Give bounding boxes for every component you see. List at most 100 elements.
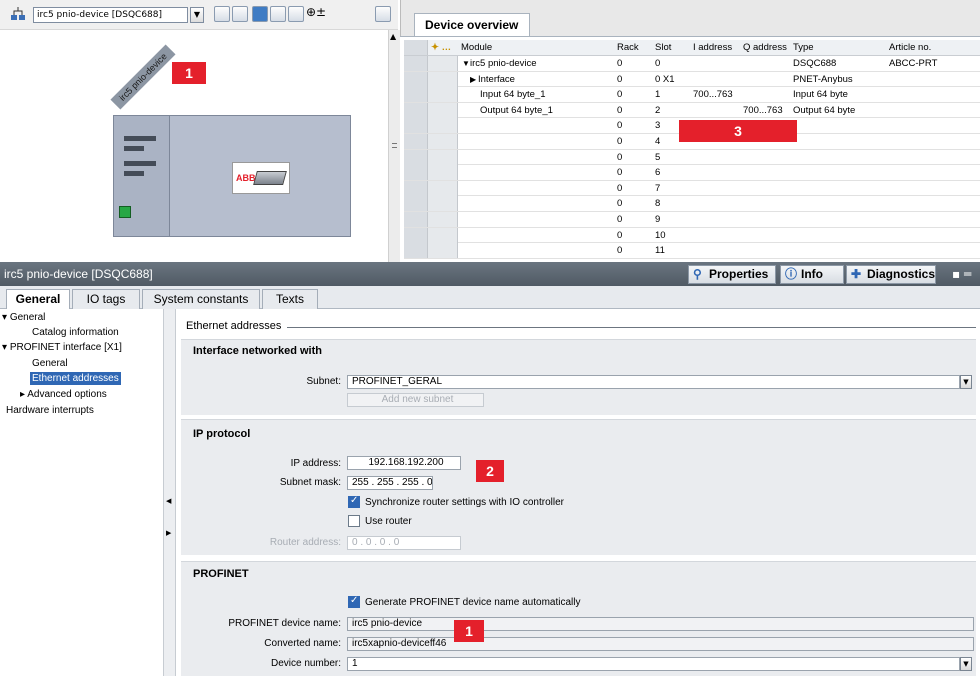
table-row[interactable]: Input 64 byte_1 0 1 700...763 Input 64 byte [404,87,980,103]
cell-module[interactable]: Output 64 byte_1 [458,103,614,118]
cell-article[interactable] [886,181,980,196]
cell-module[interactable] [458,165,614,180]
cell-article[interactable] [886,212,980,227]
cell-slot[interactable]: 0 X1 [652,72,690,87]
cell-rack[interactable]: 0 [614,87,652,102]
nav-profinet-interface[interactable]: ▾ PROFINET interface [X1] [2,341,122,354]
cell-module[interactable] [458,212,614,227]
table-row[interactable]: 07 [404,180,980,197]
tab-general[interactable]: General [6,289,70,310]
device-overview-table[interactable]: ✦ … Module Rack Slot I address Q address… [404,40,980,262]
cell-i-address[interactable] [690,103,740,118]
cell-rack[interactable]: 0 [614,72,652,87]
subnet-mask-input[interactable]: 255 . 255 . 255 . 0 [347,476,433,490]
cell-q-address[interactable] [740,196,790,211]
tab-properties[interactable]: ⚲ Properties [688,265,776,284]
cell-i-address[interactable] [690,196,740,211]
cell-i-address[interactable] [690,56,740,71]
cell-type[interactable] [790,134,886,149]
cell-rack[interactable]: 0 [614,56,652,71]
cell-i-address[interactable] [690,150,740,165]
table-row[interactable]: 05 [404,149,980,166]
chevron-left-icon[interactable]: ◀ [166,497,171,505]
nav-catalog-information[interactable]: Catalog information [32,326,119,339]
nav-hardware-interrupts[interactable]: Hardware interrupts [6,404,94,417]
cell-q-address[interactable] [740,165,790,180]
tab-texts[interactable]: Texts [262,289,318,309]
cell-rack[interactable]: 0 [614,134,652,149]
cell-article[interactable] [886,72,980,87]
cell-i-address[interactable] [690,181,740,196]
cell-type[interactable]: Output 64 byte [790,103,886,118]
table-row[interactable]: Output 64 byte_1 0 2 700...763 Output 64 byt… [404,102,980,119]
cell-rack[interactable]: 0 [614,181,652,196]
cell-type[interactable] [790,118,886,133]
chevron-right-icon[interactable]: ▶ [166,529,171,537]
cell-module[interactable]: Interface [458,72,614,87]
cell-module[interactable]: irc5 pnio-device [458,56,614,71]
cell-type[interactable] [790,181,886,196]
table-row[interactable]: irc5 pnio-device 0 0 DSQC688 ABCC-PRT ▼ [404,56,980,72]
device-rack[interactable]: ABB [113,115,351,237]
col-type[interactable]: Type [790,40,886,55]
col-slot[interactable]: Slot [652,40,690,55]
col-article[interactable]: Article no. [886,40,980,55]
cell-rack[interactable]: 0 [614,165,652,180]
layout-icon[interactable] [270,6,286,22]
cell-module[interactable] [458,134,614,149]
cell-type[interactable] [790,150,886,165]
io-tags-icon[interactable] [232,6,248,22]
table-row[interactable]: 09 [404,212,980,228]
subnet-select[interactable]: PROFINET_GERAL [347,375,960,389]
cell-type[interactable] [790,212,886,227]
head-module[interactable] [114,116,170,236]
cell-article[interactable] [886,103,980,118]
cell-rack[interactable]: 0 [614,196,652,211]
cell-module[interactable]: Input 64 byte_1 [458,87,614,102]
nav-general[interactable]: ▾ General [2,311,45,324]
cell-slot[interactable]: 8 [652,196,690,211]
cell-rack[interactable]: 0 [614,118,652,133]
table-row[interactable]: 08 [404,196,980,212]
cell-q-address[interactable] [740,228,790,243]
col-i-address[interactable]: I address [690,40,740,55]
tab-info[interactable]: ⓘ Info [780,265,844,284]
table-row[interactable]: 0 10 [404,227,980,244]
cell-q-address[interactable] [740,212,790,227]
cell-article[interactable]: ABCC-PRT [886,56,980,71]
cell-module[interactable] [458,150,614,165]
port-icon[interactable] [119,206,131,218]
cell-q-address[interactable] [740,243,790,258]
cell-article[interactable] [886,87,980,102]
cell-i-address[interactable] [690,212,740,227]
device-select[interactable]: irc5 pnio-device [DSQC688] [33,7,188,23]
table-row[interactable]: 0 11 [404,243,980,259]
device-name-input[interactable]: irc5 pnio-device [347,617,974,631]
device-canvas[interactable]: irc5 pnio-device 1 ABB [0,30,388,262]
cell-type[interactable] [790,243,886,258]
cell-module[interactable] [458,181,614,196]
table-row[interactable]: Interface 0 0 X1 PNET-Anybus ▶ [404,71,980,88]
network-icon[interactable] [10,6,26,22]
cell-slot[interactable]: 2 [652,103,690,118]
panel-splitter[interactable]: ◀ ▶ [164,309,176,676]
device-number-select[interactable]: 1 [347,657,960,671]
tab-device-overview[interactable]: Device overview [414,13,530,36]
generate-name-checkbox[interactable] [348,595,360,608]
chevron-down-icon[interactable]: ▼ [960,375,972,389]
collapsed-icon[interactable]: ▶ [470,72,476,87]
sync-router-checkbox[interactable] [348,495,360,508]
property-nav-tree[interactable]: ▾ General Catalog information ▾ PROFINET… [0,309,164,676]
cell-i-address[interactable] [690,165,740,180]
nav-advanced-options[interactable]: ▸ Advanced options [20,388,107,401]
cell-q-address[interactable] [740,87,790,102]
cell-slot[interactable]: 1 [652,87,690,102]
edit-icon[interactable] [252,6,268,22]
cell-slot[interactable]: 5 [652,150,690,165]
cell-article[interactable] [886,134,980,149]
use-router-checkbox[interactable] [348,515,360,527]
nav-interface-general[interactable]: General [32,357,68,370]
cell-module[interactable] [458,243,614,258]
expanded-icon[interactable]: ▼ [462,56,470,71]
cell-article[interactable] [886,118,980,133]
